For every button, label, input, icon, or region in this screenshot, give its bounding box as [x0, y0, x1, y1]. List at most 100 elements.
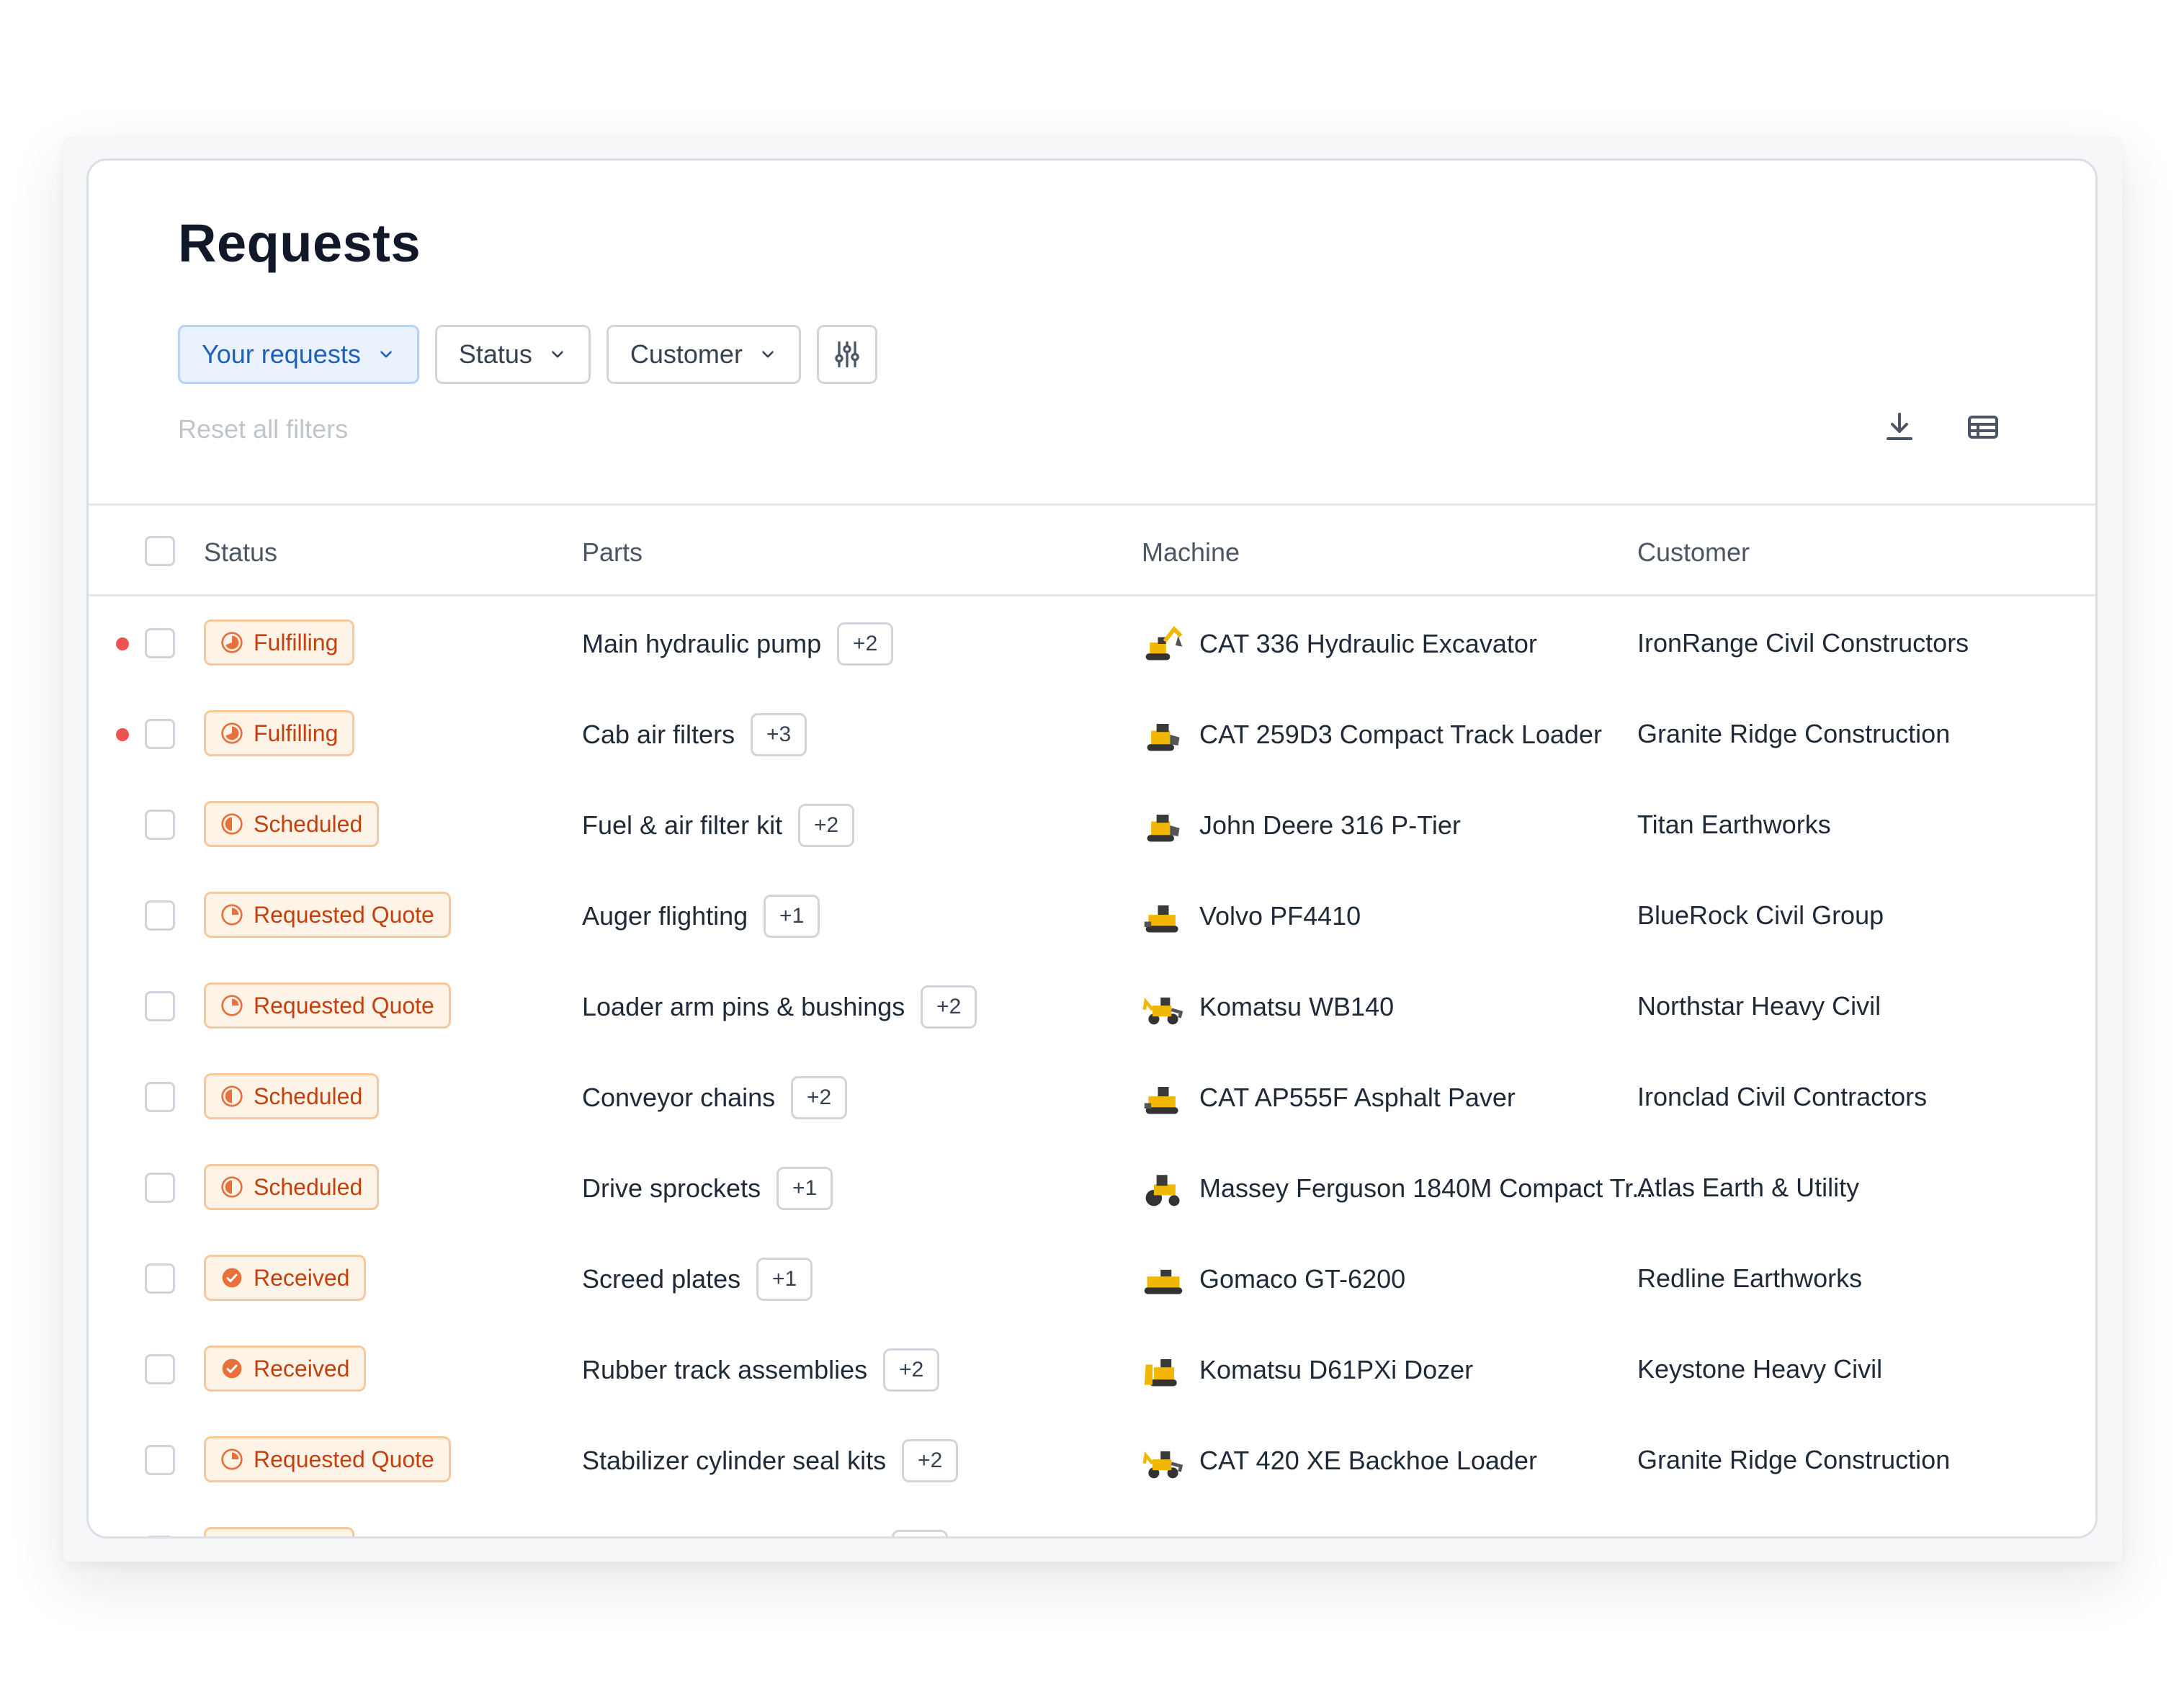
unread-dot: [116, 728, 129, 741]
more-parts-badge[interactable]: +2: [798, 804, 855, 847]
more-parts-badge[interactable]: +2: [791, 1076, 848, 1119]
status-badge: Scheduled: [204, 801, 380, 847]
more-parts-badge[interactable]: +3: [751, 713, 807, 756]
part-name: Hydraulic control valve kit: [582, 1536, 876, 1539]
more-parts-badge[interactable]: +1: [756, 1258, 813, 1301]
customer-name: Ironclad Civil Contractors: [1637, 1082, 1928, 1111]
clock-icon: [220, 1448, 243, 1471]
paver-icon: [1142, 1076, 1185, 1119]
table-row[interactable]: Scheduled Fuel & air filter kit +2 John …: [89, 779, 2095, 870]
machine-cell: CAT 420 XE Backhoe Loader: [1142, 1439, 1537, 1482]
check-icon: [220, 1266, 243, 1289]
machine-cell: Volvo PF4410: [1142, 895, 1361, 938]
part-name: Screed plates: [582, 1264, 741, 1294]
row-checkbox[interactable]: [145, 810, 175, 840]
row-checkbox[interactable]: [145, 1445, 175, 1475]
machine-cell: Gomaco GT-6200: [1142, 1530, 1405, 1539]
paver-icon: [1142, 895, 1185, 938]
table-view-icon[interactable]: [1966, 410, 2000, 444]
status-badge: Fulfilling: [204, 710, 355, 756]
table-row[interactable]: Received Rubber track assemblies +2 Koma…: [89, 1324, 2095, 1415]
tractor-icon: [1142, 1167, 1185, 1210]
row-checkbox[interactable]: [145, 900, 175, 931]
part-name: Stabilizer cylinder seal kits: [582, 1446, 887, 1475]
more-parts-badge[interactable]: +2: [921, 985, 977, 1029]
dozer-icon: [1142, 1348, 1185, 1392]
machine-cell: Massey Ferguson 1840M Compact Tr...: [1142, 1167, 1653, 1210]
row-checkbox[interactable]: [145, 1536, 175, 1539]
customer-name: Keystone Heavy Civil: [1637, 1354, 1883, 1384]
more-parts-badge[interactable]: +2: [883, 1348, 940, 1392]
status-label: Fulfilling: [254, 1537, 338, 1539]
customer-name: IronRange Civil Constructors: [1637, 628, 1969, 658]
table-toolbar: [1882, 410, 2000, 444]
unread-dot: [116, 637, 129, 650]
status-badge: Requested Quote: [204, 1436, 451, 1482]
table-row[interactable]: Scheduled Drive sprockets +1 Massey Ferg…: [89, 1142, 2095, 1233]
machine-name: CAT AP555F Asphalt Paver: [1199, 1083, 1516, 1112]
reset-filters-link[interactable]: Reset all filters: [178, 414, 348, 444]
half-circle-icon: [220, 1085, 243, 1108]
table-row[interactable]: Fulfilling Hydraulic control valve kit +…: [89, 1505, 2095, 1539]
machine-name: CAT 420 XE Backhoe Loader: [1199, 1446, 1537, 1475]
customer-filter[interactable]: Customer: [606, 325, 801, 384]
status-filter[interactable]: Status: [434, 325, 591, 384]
column-header-status[interactable]: Status: [204, 537, 277, 568]
status-badge: Scheduled: [204, 1164, 380, 1210]
more-parts-badge[interactable]: +2: [837, 622, 894, 666]
machine-cell: John Deere 316 P-Tier: [1142, 804, 1461, 847]
row-checkbox[interactable]: [145, 991, 175, 1021]
table-row[interactable]: Fulfilling Cab air filters +3 CAT 259D3 …: [89, 689, 2095, 779]
status-label: Requested Quote: [254, 1446, 434, 1472]
machine-name: John Deere 316 P-Tier: [1199, 810, 1461, 840]
status-label: Requested Quote: [254, 992, 434, 1018]
row-checkbox[interactable]: [145, 1082, 175, 1112]
your-requests-filter[interactable]: Your requests: [178, 325, 419, 384]
status-label: Received: [254, 1355, 350, 1382]
more-parts-badge[interactable]: +1: [777, 1167, 833, 1210]
part-name: Fuel & air filter kit: [582, 810, 783, 840]
table-row[interactable]: Received Screed plates +1 Gomaco GT-6200…: [89, 1233, 2095, 1324]
machine-name: CAT 259D3 Compact Track Loader: [1199, 720, 1602, 749]
advanced-filters-button[interactable]: [816, 325, 877, 384]
clock-icon: [220, 903, 243, 926]
machine-name: Gomaco GT-6200: [1199, 1536, 1405, 1539]
select-all-checkbox[interactable]: [145, 536, 175, 566]
row-checkbox[interactable]: [145, 1354, 175, 1384]
progress-icon: [220, 631, 243, 654]
parts-cell: Stabilizer cylinder seal kits +2: [582, 1439, 959, 1482]
row-checkbox[interactable]: [145, 1263, 175, 1294]
table-row[interactable]: Requested Quote Stabilizer cylinder seal…: [89, 1415, 2095, 1505]
table-row[interactable]: Requested Quote Auger flighting +1 Volvo…: [89, 870, 2095, 961]
status-badge: Received: [204, 1345, 367, 1392]
row-checkbox[interactable]: [145, 719, 175, 749]
machine-cell: Komatsu D61PXi Dozer: [1142, 1348, 1473, 1392]
slipform-icon: [1142, 1258, 1185, 1301]
machine-name: Komatsu D61PXi Dozer: [1199, 1355, 1474, 1384]
parts-cell: Auger flighting +1: [582, 895, 820, 938]
backhoe-icon: [1142, 985, 1185, 1029]
row-checkbox[interactable]: [145, 1173, 175, 1203]
half-circle-icon: [220, 812, 243, 836]
row-checkbox[interactable]: [145, 628, 175, 658]
column-header-parts[interactable]: Parts: [582, 537, 643, 568]
download-icon[interactable]: [1882, 410, 1917, 444]
more-parts-badge[interactable]: +2: [902, 1439, 959, 1482]
customer-name: Northstar Heavy Civil: [1637, 991, 1881, 1021]
customer-filter-label: Customer: [630, 339, 743, 369]
table-row[interactable]: Fulfilling Main hydraulic pump +2 CAT 33…: [89, 598, 2095, 689]
table-row[interactable]: Scheduled Conveyor chains +2 CAT AP555F …: [89, 1052, 2095, 1142]
table-row[interactable]: Requested Quote Loader arm pins & bushin…: [89, 961, 2095, 1052]
machine-cell: CAT 336 Hydraulic Excavator: [1142, 622, 1537, 666]
chevron-down-icon: [552, 351, 563, 358]
more-parts-badge[interactable]: +1: [892, 1530, 949, 1536]
parts-cell: Drive sprockets +1: [582, 1167, 833, 1210]
machine-name: Gomaco GT-6200: [1199, 1264, 1406, 1294]
column-header-customer[interactable]: Customer: [1637, 537, 1750, 568]
more-parts-badge[interactable]: +1: [764, 895, 820, 938]
column-header-machine[interactable]: Machine: [1142, 537, 1240, 568]
status-badge: Scheduled: [204, 1073, 380, 1119]
backhoe-icon: [1142, 1439, 1185, 1482]
check-icon: [220, 1357, 243, 1380]
loader-icon: [1142, 804, 1185, 847]
